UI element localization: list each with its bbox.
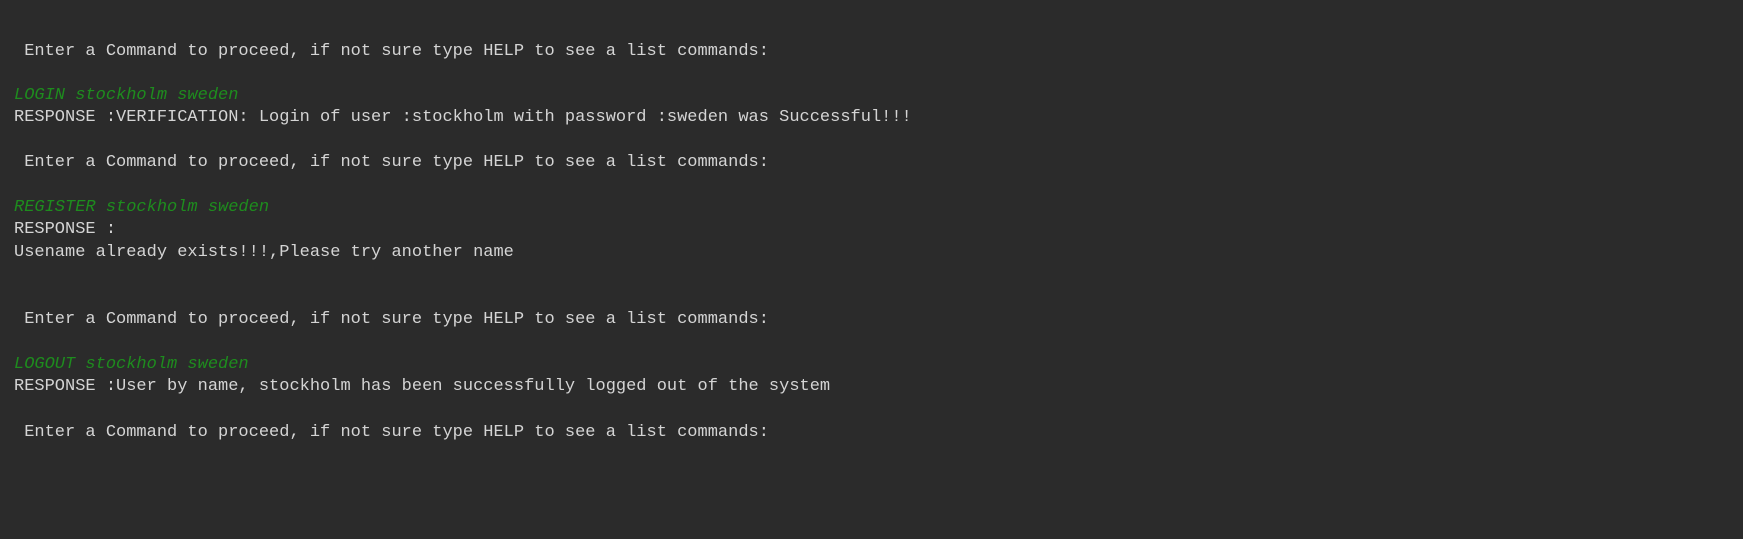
response-line: RESPONSE : (14, 220, 117, 239)
prompt-line: Enter a Command to proceed, if not sure … (14, 423, 769, 442)
response-line: Usename already exists!!!,Please try ano… (14, 243, 514, 262)
console-output[interactable]: Enter a Command to proceed, if not sure … (0, 0, 1743, 539)
response-line: RESPONSE :VERIFICATION: Login of user :s… (14, 108, 912, 127)
response-line: RESPONSE :User by name, stockholm has be… (14, 377, 831, 396)
prompt-line: Enter a Command to proceed, if not sure … (14, 310, 769, 329)
prompt-line: Enter a Command to proceed, if not sure … (14, 153, 769, 172)
command-line-logout: LOGOUT stockholm sweden (14, 355, 249, 374)
command-line-login: LOGIN stockholm sweden (14, 86, 239, 105)
prompt-line: Enter a Command to proceed, if not sure … (14, 42, 769, 61)
command-line-register: REGISTER stockholm sweden (14, 198, 270, 217)
